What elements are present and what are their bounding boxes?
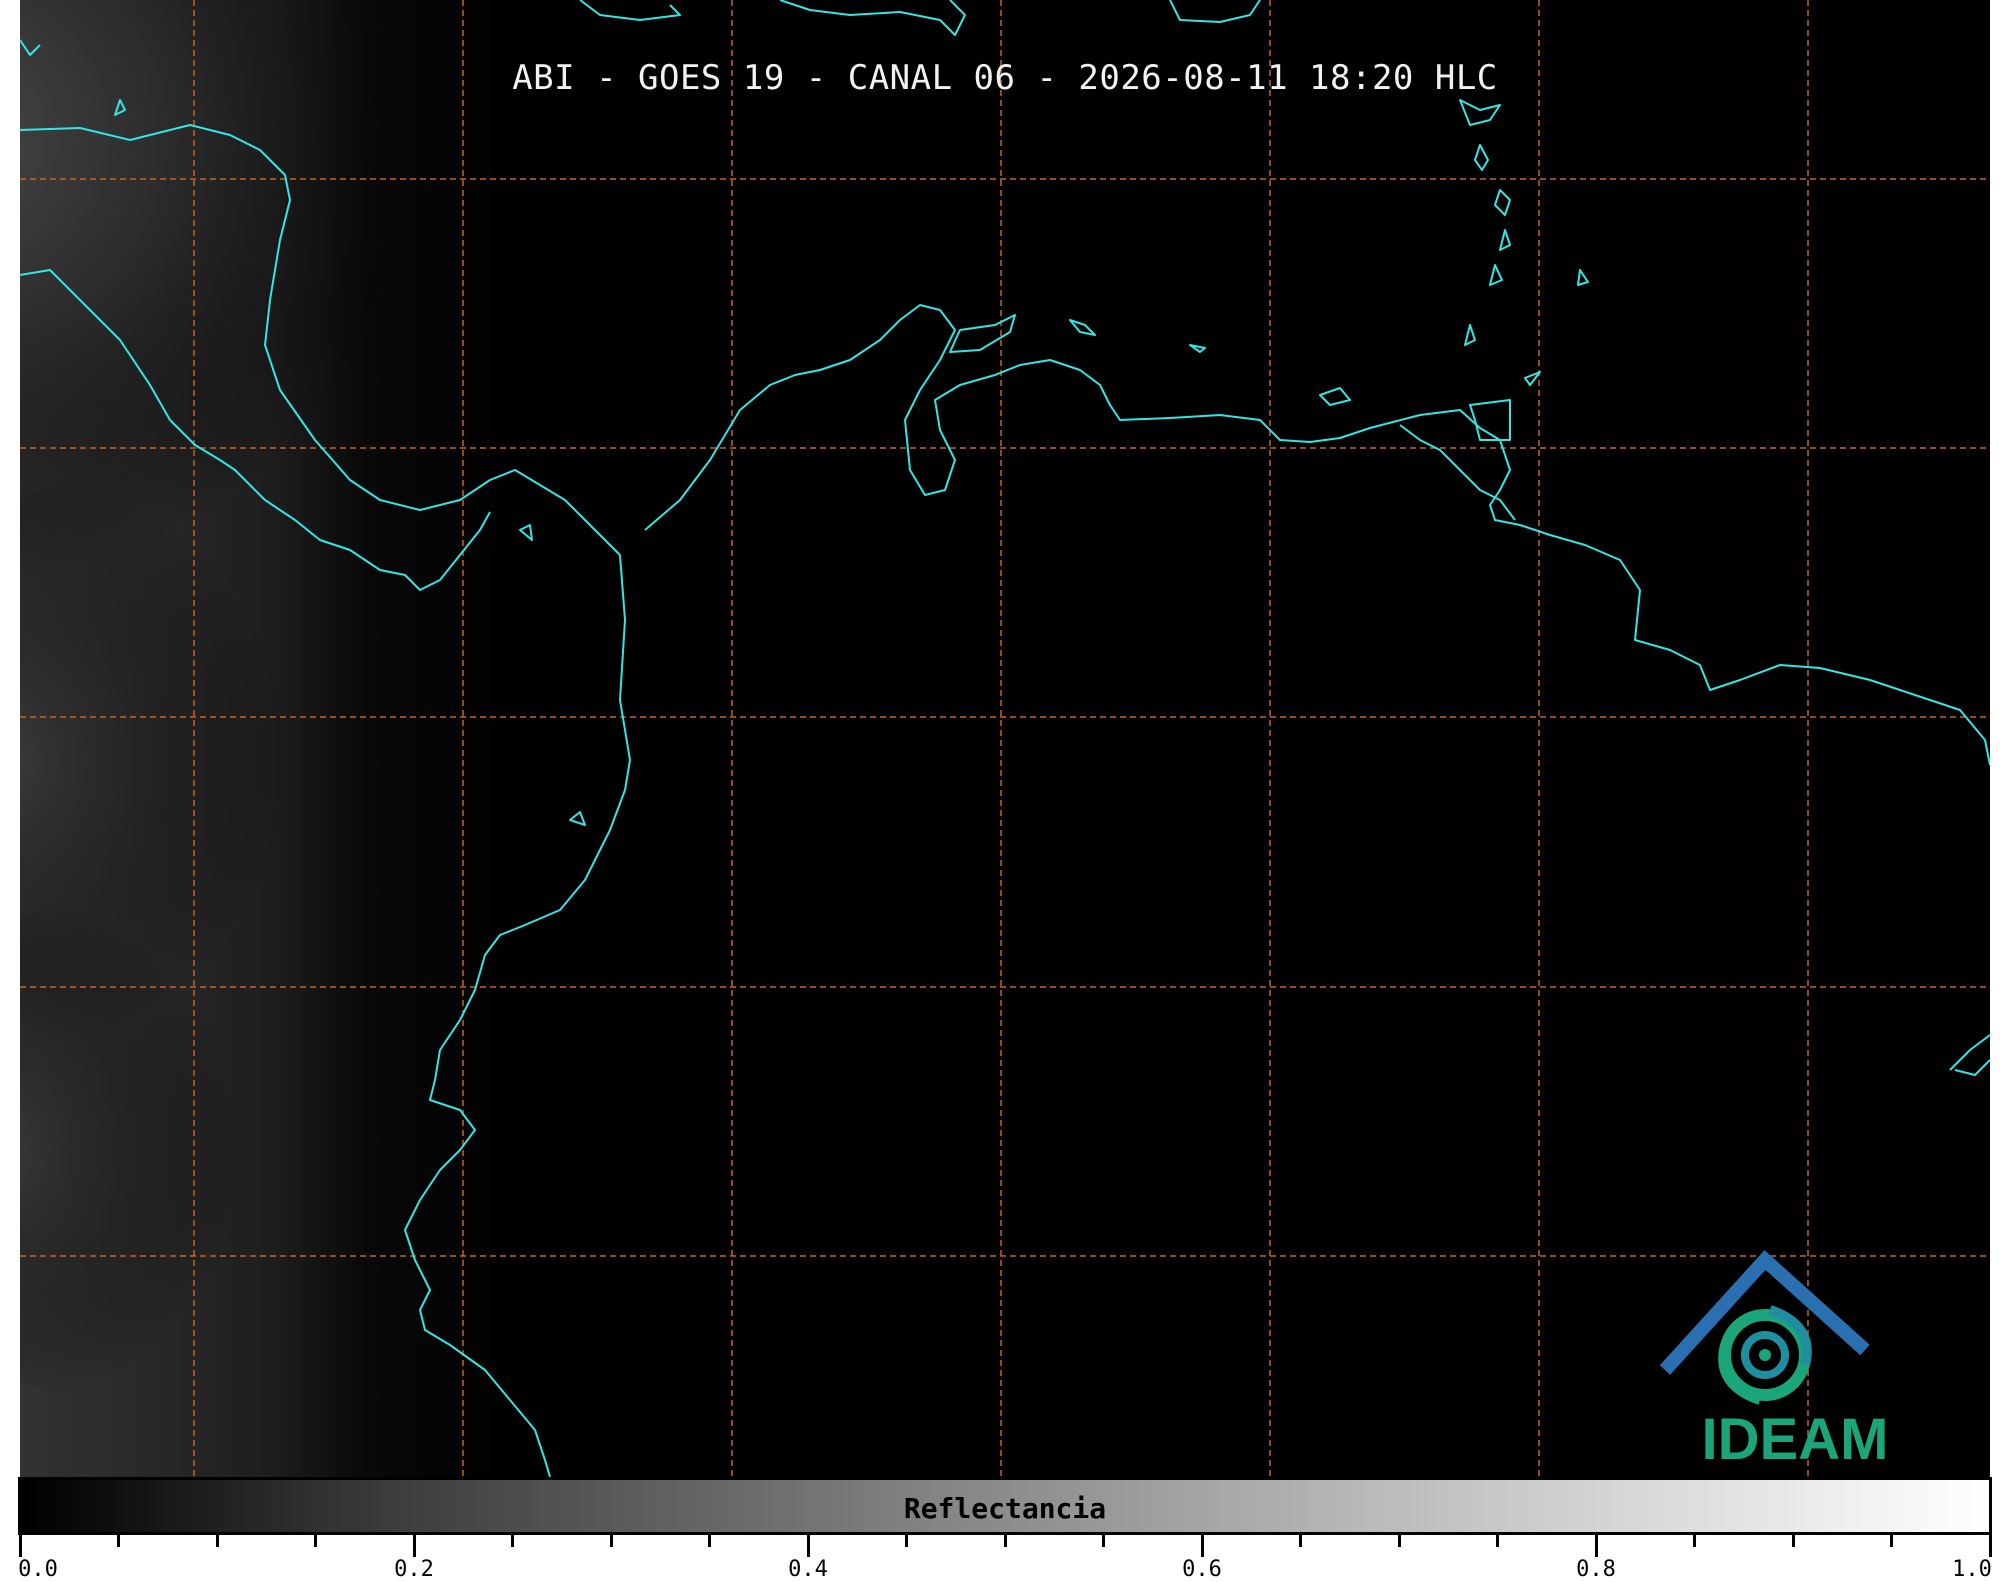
colorbar-minor-tick bbox=[905, 1535, 908, 1547]
colorbar-minor-tick bbox=[1890, 1535, 1893, 1547]
colorbar-tick-label: 1.0 bbox=[1952, 1557, 1992, 1582]
colorbar-minor-tick bbox=[314, 1535, 317, 1547]
colorbar: Reflectancia bbox=[18, 1477, 1992, 1535]
colorbar-major-tick bbox=[1988, 1535, 1992, 1557]
satellite-image: ABI - GOES 19 - CANAL 06 - 2026-08-11 18… bbox=[20, 0, 1990, 1477]
colorbar-major-tick bbox=[1594, 1535, 1598, 1557]
map-title: ABI - GOES 19 - CANAL 06 - 2026-08-11 18… bbox=[512, 58, 1498, 98]
colorbar-minor-tick bbox=[215, 1535, 219, 1547]
colorbar-minor-tick bbox=[609, 1535, 613, 1547]
colorbar-tick-label: 0.4 bbox=[788, 1557, 828, 1582]
colorbar-major-tick bbox=[1200, 1535, 1204, 1557]
colorbar-label: Reflectancia bbox=[903, 1492, 1107, 1525]
colorbar-minor-tick bbox=[511, 1535, 514, 1547]
colorbar-minor-tick bbox=[1397, 1535, 1401, 1547]
colorbar-minor-tick bbox=[1299, 1535, 1302, 1547]
colorbar-major-tick bbox=[412, 1535, 416, 1557]
colorbar-major-tick bbox=[18, 1535, 22, 1557]
colorbar-minor-tick bbox=[1003, 1535, 1007, 1547]
colorbar-minor-tick bbox=[1102, 1535, 1105, 1547]
colorbar-tick-label: 0.8 bbox=[1576, 1557, 1616, 1582]
colorbar-minor-tick bbox=[708, 1535, 711, 1547]
colorbar-minor-tick bbox=[1496, 1535, 1499, 1547]
colorbar-tick-label: 0.6 bbox=[1182, 1557, 1222, 1582]
colorbar-minor-tick bbox=[117, 1535, 120, 1547]
colorbar-tick-label: 0.2 bbox=[394, 1557, 434, 1582]
colorbar-minor-tick bbox=[1791, 1535, 1795, 1547]
colorbar-minor-tick bbox=[1693, 1535, 1696, 1547]
logo-text: IDEAM bbox=[1701, 1407, 1889, 1472]
colorbar-major-tick bbox=[806, 1535, 810, 1557]
ideam-logo: IDEAM bbox=[1680, 1255, 1910, 1475]
colorbar-tick-label: 0.0 bbox=[18, 1557, 58, 1582]
